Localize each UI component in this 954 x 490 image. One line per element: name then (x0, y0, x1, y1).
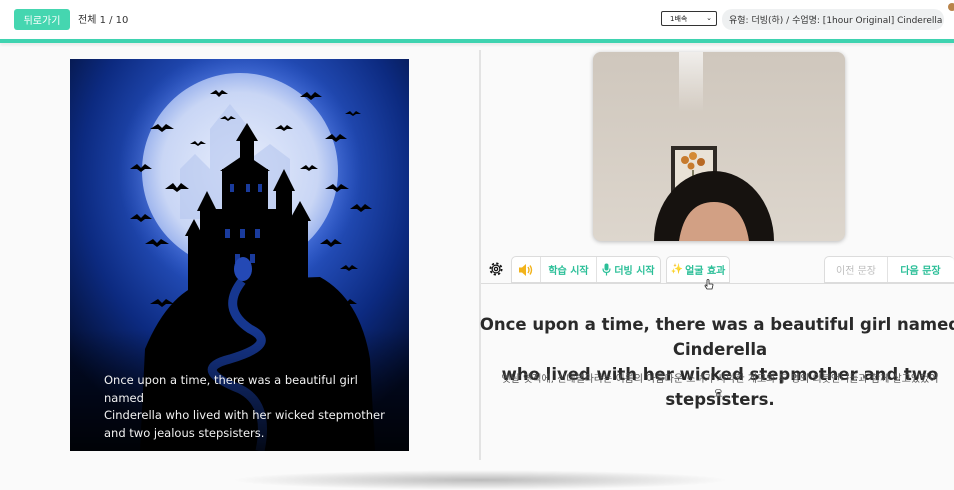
english-sentence-line: Once upon a time, there was a beautiful … (479, 315, 954, 359)
korean-translation: 옛날 옛적에, 신데렐라라는 이름의 아름다운 소녀가 사악한 계모와 두 명의… (478, 372, 954, 402)
speed-select-value: 1배속 (670, 14, 688, 23)
hand-cursor-icon (704, 279, 714, 290)
profile-avatar[interactable] (948, 3, 954, 11)
lesson-info: 유형: 더빙(하) / 수업명: [1hour Original] Cinder… (722, 9, 944, 30)
korean-translation-line: 옛날 옛적에, 신데렐라라는 이름의 아름다운 소녀가 사악한 계모와 두 명의… (501, 374, 939, 385)
gear-icon[interactable] (487, 260, 505, 278)
dubbing-start-label: 더빙 시작 (614, 266, 655, 277)
korean-translation-line: 요. (713, 389, 727, 400)
storybook-page: Once upon a time, there was a beautiful … (70, 59, 409, 451)
bottom-shadow (230, 470, 730, 490)
microphone-icon (602, 263, 611, 276)
speaker-icon (519, 263, 533, 276)
prev-sentence-button[interactable]: 이전 문장 (825, 257, 887, 282)
controls-divider (481, 283, 954, 284)
face-effect-label: 얼굴 효과 (685, 266, 726, 277)
webcam-preview (593, 52, 845, 241)
study-start-button[interactable]: 학습 시작 (540, 257, 596, 282)
story-caption-line: Cinderella who lived with her wicked ste… (104, 408, 385, 422)
story-caption-line: and two jealous stepsisters. (104, 425, 265, 440)
face-effect-group: ✨ 얼굴 효과 (666, 256, 730, 283)
sentence-nav: 이전 문장 다음 문장 (824, 256, 954, 283)
next-sentence-button[interactable]: 다음 문장 (887, 257, 953, 282)
top-bar: 뒤로가기 전체 1 / 10 1배속 ⌄ 유형: 더빙(하) / 수업명: [1… (0, 0, 954, 40)
study-controls: 학습 시작 더빙 시작 (511, 256, 661, 283)
sparkle-icon: ✨ (670, 264, 684, 275)
webcam-feed-image (593, 52, 845, 241)
story-caption: Once upon a time, there was a beautiful … (104, 372, 394, 442)
header-accent-bar (0, 39, 954, 43)
story-caption-line: Once upon a time, there was a beautiful … (104, 373, 358, 405)
chevron-down-icon: ⌄ (706, 14, 712, 22)
speed-select[interactable]: 1배속 ⌄ (661, 11, 717, 26)
dubbing-start-button[interactable]: 더빙 시작 (596, 257, 660, 282)
face-effect-button[interactable]: ✨ 얼굴 효과 (667, 257, 729, 282)
back-button[interactable]: 뒤로가기 (14, 9, 70, 30)
speaker-button[interactable] (512, 257, 540, 282)
progress-counter: 전체 1 / 10 (78, 15, 129, 26)
